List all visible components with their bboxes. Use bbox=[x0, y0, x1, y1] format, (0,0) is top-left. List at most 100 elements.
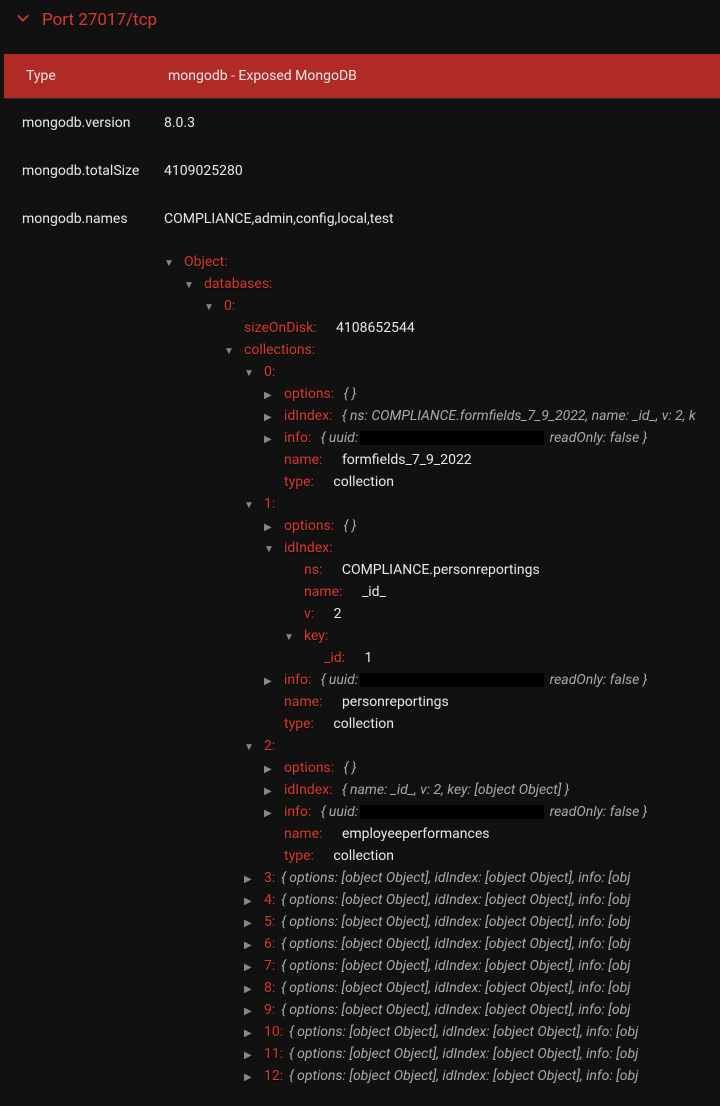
redacted-uuid bbox=[360, 431, 544, 445]
tree-summary: { options: [object Object], idIndex: [ob… bbox=[289, 1046, 638, 1062]
toggle-icon[interactable] bbox=[244, 495, 258, 517]
tree-summary: { } bbox=[344, 518, 357, 534]
tree-key: type: bbox=[284, 848, 314, 864]
toggle-icon[interactable] bbox=[244, 1023, 258, 1043]
tree-val: _id_ bbox=[362, 584, 386, 600]
toggle-icon[interactable] bbox=[264, 385, 278, 405]
tree-key: options: bbox=[284, 386, 334, 402]
tree-val: collection bbox=[333, 716, 394, 732]
toggle-icon[interactable] bbox=[244, 957, 258, 977]
tree-summary: { options: [object Object], idIndex: [ob… bbox=[281, 958, 630, 974]
tree-key: 6: bbox=[264, 936, 275, 952]
toggle-icon[interactable] bbox=[164, 253, 178, 275]
tree-key: 1: bbox=[264, 496, 275, 512]
info-val: mongodb - Exposed MongoDB bbox=[168, 68, 357, 84]
tree-key: options: bbox=[284, 518, 334, 534]
tree-key: key: bbox=[304, 628, 328, 644]
toggle-icon[interactable] bbox=[244, 935, 258, 955]
tree-val: collection bbox=[333, 848, 394, 864]
info-row-version: mongodb.version 8.0.3 bbox=[0, 99, 720, 147]
tree-key: idIndex: bbox=[284, 782, 333, 798]
tree-summary: { name: _id_, v: 2, key: [object Object]… bbox=[342, 782, 569, 798]
info-row-names: mongodb.names COMPLIANCE,admin,config,lo… bbox=[0, 195, 720, 243]
toggle-icon[interactable] bbox=[244, 737, 258, 759]
tree-key: 4: bbox=[264, 892, 275, 908]
tree-summary: { } bbox=[344, 386, 357, 402]
json-tree: Object: databases: 0: sizeOnDisk: 410865… bbox=[0, 243, 720, 1087]
toggle-icon[interactable] bbox=[264, 781, 278, 801]
tree-summary: { uuid: readOnly: false } bbox=[321, 430, 648, 446]
tree-key: 7: bbox=[264, 958, 275, 974]
uuid-suffix: readOnly: false } bbox=[546, 672, 647, 688]
tree-key: 11: bbox=[264, 1046, 283, 1062]
port-title: Port 27017/tcp bbox=[42, 10, 157, 30]
tree-key: idIndex: bbox=[284, 408, 333, 424]
toggle-icon[interactable] bbox=[244, 1001, 258, 1021]
toggle-icon[interactable] bbox=[244, 979, 258, 999]
toggle-icon[interactable] bbox=[244, 363, 258, 385]
tree-val: 4108652544 bbox=[336, 320, 415, 336]
tree-key: info: bbox=[284, 430, 311, 446]
tree-summary: { uuid: readOnly: false } bbox=[321, 804, 648, 820]
toggle-icon[interactable] bbox=[184, 275, 198, 297]
tree-key: 10: bbox=[264, 1024, 283, 1040]
toggle-icon[interactable] bbox=[224, 341, 238, 363]
chevron-down-icon[interactable] bbox=[16, 11, 30, 29]
tree-key: idIndex: bbox=[284, 540, 333, 556]
tree-summary: { options: [object Object], idIndex: [ob… bbox=[281, 914, 630, 930]
tree-summary: { ns: COMPLIANCE.formfields_7_9_2022, na… bbox=[342, 408, 696, 424]
tree-key: 12: bbox=[264, 1068, 283, 1084]
tree-key: 0: bbox=[224, 298, 235, 314]
tree-val: formfields_7_9_2022 bbox=[342, 452, 472, 468]
toggle-icon[interactable] bbox=[204, 297, 218, 319]
tree-key: collections: bbox=[244, 342, 315, 358]
port-header: Port 27017/tcp bbox=[0, 0, 720, 54]
tree-key: 2: bbox=[264, 738, 275, 754]
tree-summary: { uuid: readOnly: false } bbox=[321, 672, 648, 688]
tree-key: Object: bbox=[184, 254, 228, 270]
tree-summary: { options: [object Object], idIndex: [ob… bbox=[281, 892, 630, 908]
tree-key: 9: bbox=[264, 1002, 275, 1018]
tree-key: options: bbox=[284, 760, 334, 776]
uuid-prefix: { uuid: bbox=[321, 672, 358, 688]
redacted-uuid bbox=[360, 673, 544, 687]
tree-val: employeeperformances bbox=[342, 826, 490, 842]
tree-key: info: bbox=[284, 672, 311, 688]
uuid-prefix: { uuid: bbox=[321, 430, 358, 446]
toggle-icon[interactable] bbox=[264, 407, 278, 427]
info-key: Type bbox=[26, 68, 168, 84]
tree-key: ns: bbox=[304, 562, 322, 578]
info-val: 8.0.3 bbox=[164, 115, 195, 131]
toggle-icon[interactable] bbox=[244, 1045, 258, 1065]
toggle-icon[interactable] bbox=[244, 869, 258, 889]
info-row-totalsize: mongodb.totalSize 4109025280 bbox=[0, 147, 720, 195]
tree-summary: { options: [object Object], idIndex: [ob… bbox=[289, 1068, 638, 1084]
toggle-icon[interactable] bbox=[264, 517, 278, 537]
tree-key: 0: bbox=[264, 364, 275, 380]
tree-summary: { options: [object Object], idIndex: [ob… bbox=[281, 936, 630, 952]
info-val: 4109025280 bbox=[164, 163, 243, 179]
tree-key: sizeOnDisk: bbox=[244, 320, 317, 336]
tree-summary: { options: [object Object], idIndex: [ob… bbox=[281, 980, 630, 996]
toggle-icon[interactable] bbox=[244, 891, 258, 911]
toggle-icon[interactable] bbox=[264, 759, 278, 779]
tree-key: name: bbox=[284, 452, 322, 468]
tree-val: 1 bbox=[365, 650, 373, 666]
tree-val: 2 bbox=[334, 606, 342, 622]
toggle-icon[interactable] bbox=[264, 429, 278, 449]
toggle-icon[interactable] bbox=[244, 1067, 258, 1087]
toggle-icon[interactable] bbox=[284, 627, 298, 649]
tree-key: name: bbox=[284, 694, 322, 710]
uuid-prefix: { uuid: bbox=[321, 804, 358, 820]
tree-key: _id: bbox=[324, 650, 345, 666]
toggle-icon[interactable] bbox=[264, 671, 278, 691]
tree-key: type: bbox=[284, 474, 314, 490]
tree-val: personreportings bbox=[342, 694, 449, 710]
tree-summary: { options: [object Object], idIndex: [ob… bbox=[281, 1002, 630, 1018]
info-key: mongodb.version bbox=[22, 115, 164, 131]
info-key: mongodb.names bbox=[22, 211, 164, 227]
toggle-icon[interactable] bbox=[244, 913, 258, 933]
toggle-icon[interactable] bbox=[264, 803, 278, 823]
info-key: mongodb.totalSize bbox=[22, 163, 164, 179]
toggle-icon[interactable] bbox=[264, 539, 278, 561]
